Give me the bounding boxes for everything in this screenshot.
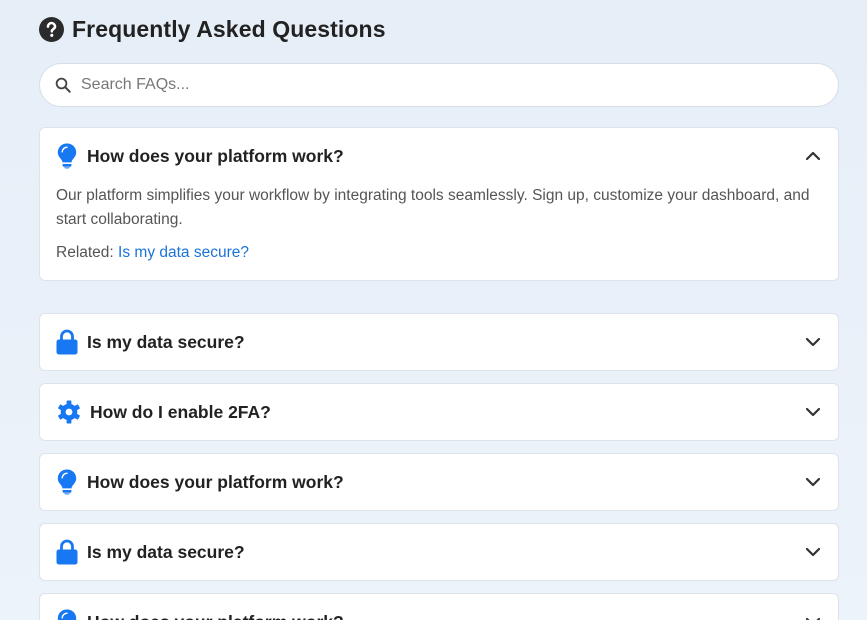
faq-question: How do I enable 2FA? xyxy=(90,401,271,422)
chevron-down-icon[interactable] xyxy=(804,333,822,351)
gear-icon xyxy=(56,399,81,425)
faq-question-header[interactable]: Is my data secure? xyxy=(40,314,838,370)
related-label: Related: xyxy=(56,244,114,261)
related-links: Related: Is my data secure? xyxy=(56,244,822,262)
faq-question: How does your platform work? xyxy=(87,471,344,492)
faq-question-header[interactable]: How does your platform work? xyxy=(40,594,838,620)
chevron-down-icon[interactable] xyxy=(804,473,822,491)
faq-question-header[interactable]: How do I enable 2FA? xyxy=(40,384,838,440)
lock-icon xyxy=(56,329,78,355)
faq-item: How does your platform work? xyxy=(39,593,839,620)
lightbulb-icon xyxy=(56,143,78,169)
faq-item: Is my data secure? xyxy=(39,523,839,581)
faq-answer: Our platform simplifies your workflow by… xyxy=(56,187,810,228)
question-circle-icon xyxy=(39,16,64,42)
faq-item: How does your platform work? xyxy=(39,453,839,511)
lock-icon xyxy=(56,539,78,565)
faq-question-header[interactable]: How does your platform work? xyxy=(40,128,838,184)
faq-question-header[interactable]: Is my data secure? xyxy=(40,524,838,580)
chevron-down-icon[interactable] xyxy=(804,543,822,561)
lightbulb-icon xyxy=(56,609,78,620)
faq-question: Is my data secure? xyxy=(87,541,245,562)
faq-question-header[interactable]: How does your platform work? xyxy=(40,454,838,510)
page-header: Frequently Asked Questions xyxy=(39,14,386,44)
search-bar[interactable] xyxy=(39,63,839,107)
search-input[interactable] xyxy=(81,76,821,94)
chevron-down-icon[interactable] xyxy=(804,403,822,421)
faq-item: How does your platform work? Our platfor… xyxy=(39,127,839,281)
faq-question: How does your platform work? xyxy=(87,145,344,166)
faq-answer-panel: Our platform simplifies your workflow by… xyxy=(40,184,838,280)
chevron-up-icon[interactable] xyxy=(804,147,822,165)
faq-question: How does your platform work? xyxy=(87,612,804,620)
page-title: Frequently Asked Questions xyxy=(72,15,386,42)
lightbulb-icon xyxy=(56,469,78,495)
faq-item: How do I enable 2FA? xyxy=(39,383,839,441)
faq-item: Is my data secure? xyxy=(39,313,839,371)
faq-question: Is my data secure? xyxy=(87,331,245,352)
chevron-down-icon[interactable] xyxy=(804,613,822,620)
related-link[interactable]: Is my data secure? xyxy=(118,244,249,261)
search-icon xyxy=(55,77,71,93)
